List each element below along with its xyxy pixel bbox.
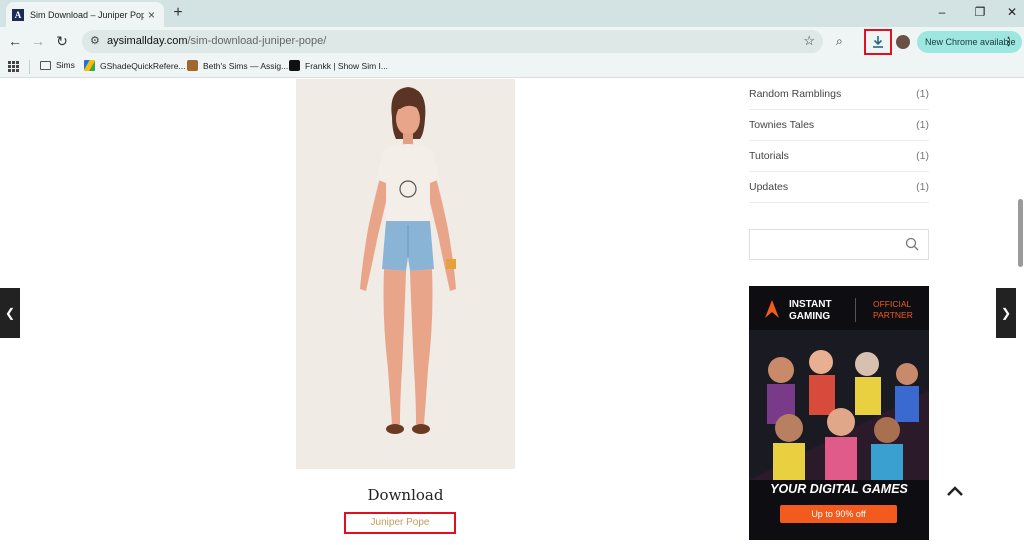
apps-grid-icon[interactable] — [8, 61, 19, 72]
category-count: (1) — [916, 88, 929, 100]
folder-icon — [40, 60, 51, 70]
ad-headline: YOUR DIGITAL GAMES — [770, 482, 908, 496]
url-text[interactable]: aysimallday.com/sim-download-juniper-pop… — [107, 35, 326, 47]
reload-icon[interactable]: ↻ — [54, 33, 70, 50]
category-label[interactable]: Tutorials — [749, 150, 789, 162]
drive-icon — [84, 60, 95, 71]
bookmark-sims[interactable]: Sims — [40, 60, 75, 70]
category-count: (1) — [916, 181, 929, 193]
category-item[interactable]: Townies Tales (1) — [749, 110, 929, 141]
tab-strip: A Sim Download – Juniper Pope × + – ❐ ✕ — [0, 0, 1024, 27]
back-icon[interactable]: ← — [7, 33, 23, 49]
downloads-highlight-box — [864, 29, 892, 55]
lens-search-icon[interactable]: ⌕ — [836, 34, 843, 49]
new-tab-icon[interactable]: + — [170, 4, 186, 22]
category-item[interactable]: Updates (1) — [749, 172, 929, 203]
minimize-icon[interactable]: – — [933, 5, 951, 19]
chevron-right-icon: ❯ — [1000, 306, 1012, 320]
download-link-juniper-pope[interactable]: Juniper Pope — [346, 517, 454, 528]
restore-icon[interactable]: ❐ — [971, 5, 989, 19]
slider-next-button[interactable]: ❯ — [996, 288, 1016, 338]
chrome-update-button[interactable]: New Chrome available ⋮ — [917, 31, 1022, 53]
download-heading: Download — [367, 486, 444, 504]
bookmark-beths-sims[interactable]: Beth's Sims — Assig... — [187, 60, 288, 71]
category-label[interactable]: Updates — [749, 181, 788, 193]
sim-figure-illustration — [360, 87, 456, 434]
scroll-to-top-icon[interactable] — [945, 484, 965, 498]
address-bar[interactable]: ⚙ aysimallday.com/sim-download-juniper-p… — [82, 30, 823, 53]
web-page: Download Juniper Pope ❮ ❯ Random Ramblin… — [0, 79, 1024, 545]
download-link-highlight-box: Juniper Pope — [344, 512, 456, 534]
ad-sims-characters-illustration — [749, 330, 929, 480]
instant-gaming-logo-icon — [765, 300, 779, 318]
bookmark-favicon — [187, 60, 198, 71]
site-favicon-icon: A — [12, 8, 24, 21]
site-info-icon[interactable]: ⚙ — [90, 34, 100, 47]
category-list: Random Ramblings (1) Townies Tales (1) T… — [749, 79, 929, 203]
category-label[interactable]: Townies Tales — [749, 119, 814, 131]
category-label[interactable]: Random Ramblings — [749, 88, 841, 100]
close-tab-icon[interactable]: × — [148, 8, 155, 22]
browser-tab[interactable]: A Sim Download – Juniper Pope × — [6, 2, 164, 27]
sidebar-search-input[interactable] — [749, 229, 929, 260]
profile-avatar-icon[interactable] — [896, 35, 910, 49]
search-icon[interactable] — [905, 237, 919, 251]
page-scrollbar[interactable] — [1018, 199, 1023, 267]
instant-gaming-ad[interactable]: INSTANT GAMING OFFICIAL PARTNER YOUR DIG… — [749, 286, 929, 540]
bookmark-gshade[interactable]: GShadeQuickRefere... — [84, 60, 186, 71]
category-count: (1) — [916, 119, 929, 131]
bookmark-star-icon[interactable]: ☆ — [803, 33, 815, 49]
ad-brand: INSTANT GAMING — [789, 299, 832, 322]
chevron-left-icon: ❮ — [4, 306, 16, 320]
download-icon[interactable] — [870, 34, 886, 50]
close-window-icon[interactable]: ✕ — [1003, 5, 1021, 19]
category-count: (1) — [916, 150, 929, 162]
category-item[interactable]: Tutorials (1) — [749, 141, 929, 172]
more-menu-icon[interactable]: ⋮ — [1003, 31, 1014, 53]
slider-prev-button[interactable]: ❮ — [0, 288, 20, 338]
tab-title: Sim Download – Juniper Pope — [30, 9, 144, 20]
category-item[interactable]: Random Ramblings (1) — [749, 79, 929, 110]
bookmark-frankk[interactable]: Frankk | Show Sim I... — [289, 60, 388, 71]
forward-icon[interactable]: → — [30, 33, 46, 49]
sim-image — [296, 79, 515, 469]
bookmark-favicon — [289, 60, 300, 71]
ad-cta-button[interactable]: Up to 90% off — [780, 505, 897, 523]
bookmarks-divider — [29, 60, 30, 74]
ad-partner-label: OFFICIAL PARTNER — [873, 299, 913, 320]
bookmarks-bar: Sims GShadeQuickRefere... Beth's Sims — … — [0, 56, 1024, 78]
ad-divider — [855, 298, 856, 322]
